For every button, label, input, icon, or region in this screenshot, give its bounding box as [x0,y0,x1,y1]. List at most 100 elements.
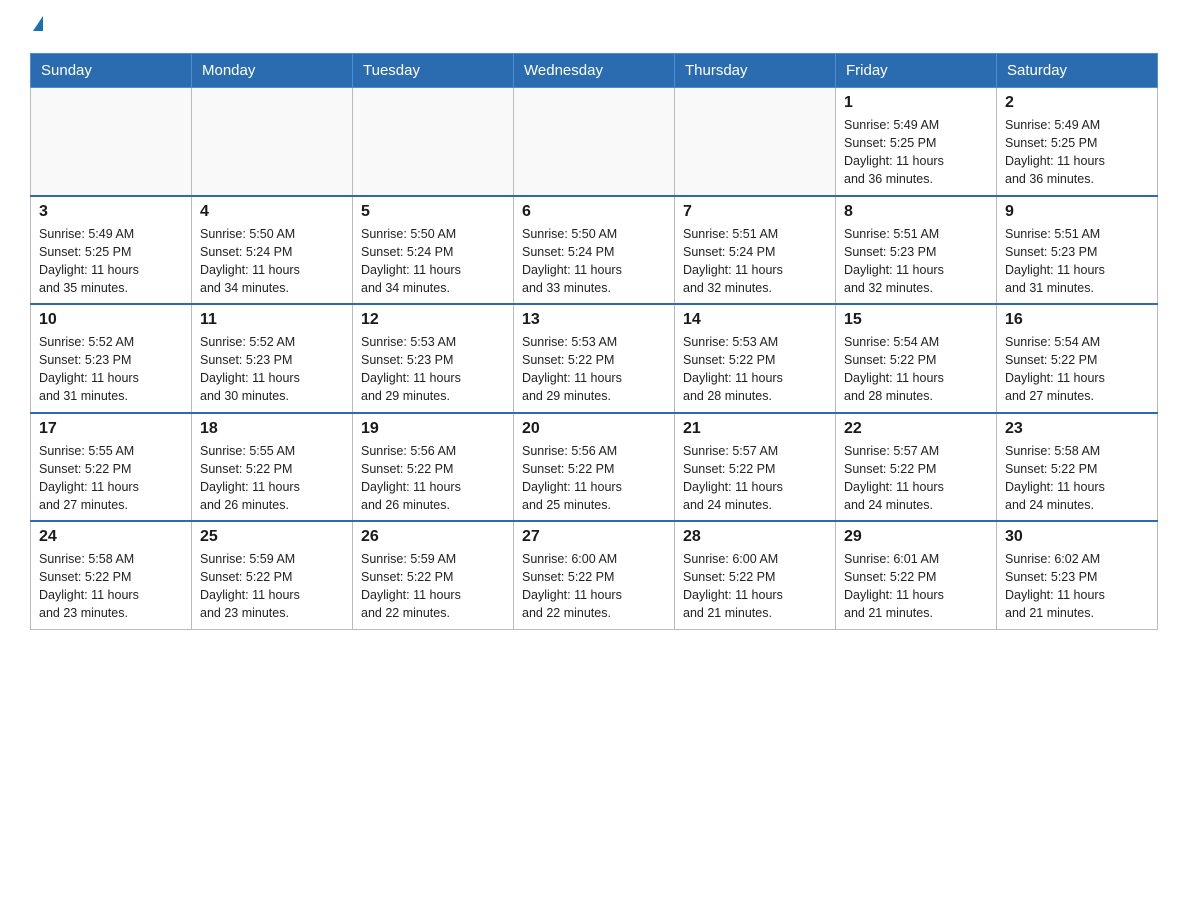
day-number: 4 [200,203,344,221]
day-number: 26 [361,528,505,546]
calendar-cell: 23 Sunrise: 5:58 AM Sunset: 5:22 PM Dayli… [997,413,1158,522]
day-info: Sunrise: 5:54 AM Sunset: 5:22 PM Dayligh… [1005,333,1149,406]
calendar-cell: 15 Sunrise: 5:54 AM Sunset: 5:22 PM Dayli… [836,304,997,413]
calendar-cell: 20 Sunrise: 5:56 AM Sunset: 5:22 PM Dayli… [514,413,675,522]
calendar-cell: 14 Sunrise: 5:53 AM Sunset: 5:22 PM Dayli… [675,304,836,413]
day-info: Sunrise: 5:53 AM Sunset: 5:22 PM Dayligh… [683,333,827,406]
calendar-cell: 8 Sunrise: 5:51 AM Sunset: 5:23 PM Daylig… [836,196,997,305]
day-info: Sunrise: 5:52 AM Sunset: 5:23 PM Dayligh… [200,333,344,406]
calendar-header-tuesday: Tuesday [353,54,514,88]
calendar-cell: 27 Sunrise: 6:00 AM Sunset: 5:22 PM Dayli… [514,521,675,629]
calendar-header-monday: Monday [192,54,353,88]
day-info: Sunrise: 5:56 AM Sunset: 5:22 PM Dayligh… [522,442,666,515]
day-number: 30 [1005,528,1149,546]
day-number: 10 [39,311,183,329]
calendar-cell: 16 Sunrise: 5:54 AM Sunset: 5:22 PM Dayli… [997,304,1158,413]
calendar-cell: 1 Sunrise: 5:49 AM Sunset: 5:25 PM Daylig… [836,88,997,196]
calendar-header-friday: Friday [836,54,997,88]
calendar-cell: 17 Sunrise: 5:55 AM Sunset: 5:22 PM Dayli… [31,413,192,522]
calendar-cell: 7 Sunrise: 5:51 AM Sunset: 5:24 PM Daylig… [675,196,836,305]
calendar-cell: 4 Sunrise: 5:50 AM Sunset: 5:24 PM Daylig… [192,196,353,305]
calendar-cell: 18 Sunrise: 5:55 AM Sunset: 5:22 PM Dayli… [192,413,353,522]
day-number: 3 [39,203,183,221]
calendar-cell: 12Sunrise: 5:53 AM Sunset: 5:23 PM Dayli… [353,304,514,413]
day-number: 15 [844,311,988,329]
day-info: Sunrise: 6:00 AM Sunset: 5:22 PM Dayligh… [683,550,827,623]
calendar-week-row: 24 Sunrise: 5:58 AM Sunset: 5:22 PM Dayli… [31,521,1158,629]
calendar-header-sunday: Sunday [31,54,192,88]
calendar-cell [675,88,836,196]
day-number: 18 [200,420,344,438]
calendar-week-row: 3 Sunrise: 5:49 AM Sunset: 5:25 PM Daylig… [31,196,1158,305]
calendar-header-row: SundayMondayTuesdayWednesdayThursdayFrid… [31,54,1158,88]
day-info: Sunrise: 5:51 AM Sunset: 5:24 PM Dayligh… [683,225,827,298]
day-info: Sunrise: 5:52 AM Sunset: 5:23 PM Dayligh… [39,333,183,406]
calendar-week-row: 17 Sunrise: 5:55 AM Sunset: 5:22 PM Dayli… [31,413,1158,522]
day-number: 6 [522,203,666,221]
day-info: Sunrise: 5:58 AM Sunset: 5:22 PM Dayligh… [39,550,183,623]
day-number: 21 [683,420,827,438]
day-info: Sunrise: 5:53 AM Sunset: 5:23 PM Dayligh… [361,333,505,406]
calendar-cell: 24 Sunrise: 5:58 AM Sunset: 5:22 PM Dayli… [31,521,192,629]
day-info: Sunrise: 5:51 AM Sunset: 5:23 PM Dayligh… [1005,225,1149,298]
day-number: 17 [39,420,183,438]
header [30,20,1158,35]
day-number: 14 [683,311,827,329]
day-info: Sunrise: 5:50 AM Sunset: 5:24 PM Dayligh… [361,225,505,298]
calendar-cell [353,88,514,196]
calendar-cell: 19 Sunrise: 5:56 AM Sunset: 5:22 PM Dayli… [353,413,514,522]
day-info: Sunrise: 5:57 AM Sunset: 5:22 PM Dayligh… [683,442,827,515]
day-number: 25 [200,528,344,546]
day-number: 9 [1005,203,1149,221]
logo-triangle-icon [33,16,43,31]
day-number: 8 [844,203,988,221]
logo-area [30,20,43,35]
calendar-header-thursday: Thursday [675,54,836,88]
calendar-cell [192,88,353,196]
calendar-header-saturday: Saturday [997,54,1158,88]
day-info: Sunrise: 5:57 AM Sunset: 5:22 PM Dayligh… [844,442,988,515]
day-number: 7 [683,203,827,221]
calendar-cell: 6Sunrise: 5:50 AM Sunset: 5:24 PM Daylig… [514,196,675,305]
day-info: Sunrise: 5:49 AM Sunset: 5:25 PM Dayligh… [1005,116,1149,189]
day-info: Sunrise: 6:01 AM Sunset: 5:22 PM Dayligh… [844,550,988,623]
day-info: Sunrise: 5:51 AM Sunset: 5:23 PM Dayligh… [844,225,988,298]
day-info: Sunrise: 5:49 AM Sunset: 5:25 PM Dayligh… [39,225,183,298]
day-info: Sunrise: 5:59 AM Sunset: 5:22 PM Dayligh… [200,550,344,623]
day-info: Sunrise: 5:54 AM Sunset: 5:22 PM Dayligh… [844,333,988,406]
calendar-week-row: 1 Sunrise: 5:49 AM Sunset: 5:25 PM Daylig… [31,88,1158,196]
calendar-cell: 5 Sunrise: 5:50 AM Sunset: 5:24 PM Daylig… [353,196,514,305]
calendar-week-row: 10 Sunrise: 5:52 AM Sunset: 5:23 PM Dayli… [31,304,1158,413]
day-number: 20 [522,420,666,438]
day-info: Sunrise: 5:56 AM Sunset: 5:22 PM Dayligh… [361,442,505,515]
day-info: Sunrise: 5:50 AM Sunset: 5:24 PM Dayligh… [200,225,344,298]
day-number: 27 [522,528,666,546]
day-number: 19 [361,420,505,438]
day-number: 29 [844,528,988,546]
calendar-table: SundayMondayTuesdayWednesdayThursdayFrid… [30,53,1158,630]
day-info: Sunrise: 5:58 AM Sunset: 5:22 PM Dayligh… [1005,442,1149,515]
day-number: 2 [1005,94,1149,112]
calendar-cell [514,88,675,196]
day-info: Sunrise: 5:55 AM Sunset: 5:22 PM Dayligh… [39,442,183,515]
calendar-cell: 28 Sunrise: 6:00 AM Sunset: 5:22 PM Dayli… [675,521,836,629]
day-number: 24 [39,528,183,546]
day-info: Sunrise: 6:00 AM Sunset: 5:22 PM Dayligh… [522,550,666,623]
day-info: Sunrise: 5:59 AM Sunset: 5:22 PM Dayligh… [361,550,505,623]
calendar-cell: 30 Sunrise: 6:02 AM Sunset: 5:23 PM Dayli… [997,521,1158,629]
calendar-cell: 22Sunrise: 5:57 AM Sunset: 5:22 PM Dayli… [836,413,997,522]
day-number: 23 [1005,420,1149,438]
calendar-cell: 11Sunrise: 5:52 AM Sunset: 5:23 PM Dayli… [192,304,353,413]
day-number: 16 [1005,311,1149,329]
day-number: 5 [361,203,505,221]
day-number: 1 [844,94,988,112]
day-info: Sunrise: 5:55 AM Sunset: 5:22 PM Dayligh… [200,442,344,515]
day-number: 28 [683,528,827,546]
calendar-cell: 13Sunrise: 5:53 AM Sunset: 5:22 PM Dayli… [514,304,675,413]
calendar-cell: 21 Sunrise: 5:57 AM Sunset: 5:22 PM Dayli… [675,413,836,522]
calendar-cell [31,88,192,196]
day-info: Sunrise: 6:02 AM Sunset: 5:23 PM Dayligh… [1005,550,1149,623]
calendar-cell: 29 Sunrise: 6:01 AM Sunset: 5:22 PM Dayli… [836,521,997,629]
day-info: Sunrise: 5:49 AM Sunset: 5:25 PM Dayligh… [844,116,988,189]
calendar-cell: 2 Sunrise: 5:49 AM Sunset: 5:25 PM Daylig… [997,88,1158,196]
